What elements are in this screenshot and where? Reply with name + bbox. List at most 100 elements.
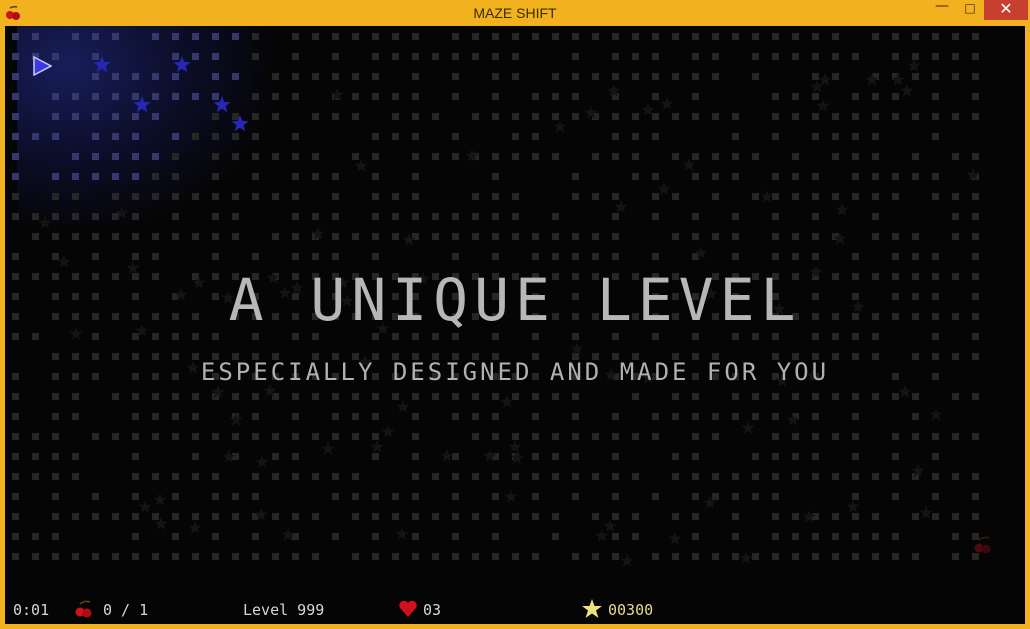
- maze-dot: [172, 213, 179, 220]
- maze-dot: [792, 113, 799, 120]
- maze-dot: [532, 433, 539, 440]
- maze-dot: [132, 153, 139, 160]
- maze-dot: [52, 513, 59, 520]
- maze-dot: [552, 513, 559, 520]
- maze-dot: [212, 473, 219, 480]
- maze-dot: [292, 53, 299, 60]
- maze-dot: [372, 193, 379, 200]
- maze-dot: [72, 473, 79, 480]
- maze-dot: [972, 53, 979, 60]
- maze-playfield: A UNIQUE LEVEL ESPECIALLY DESIGNED AND M…: [5, 26, 1025, 586]
- maze-dot: [572, 253, 579, 260]
- maze-dot: [452, 73, 459, 80]
- maze-dot: [172, 493, 179, 500]
- maze-dot: [652, 33, 659, 40]
- maze-dot: [52, 413, 59, 420]
- maze-dot: [572, 413, 579, 420]
- maze-dot: [232, 133, 239, 140]
- maze-dot: [332, 113, 339, 120]
- title-bar[interactable]: MAZE SHIFT — □ ✕: [0, 0, 1030, 26]
- maze-dot: [312, 333, 319, 340]
- maze-dot: [232, 433, 239, 440]
- level-banner-subtitle: ESPECIALLY DESIGNED AND MADE FOR YOU: [200, 358, 830, 386]
- maze-dot: [712, 33, 719, 40]
- maze-dot: [32, 553, 39, 560]
- maximize-button[interactable]: □: [956, 0, 984, 20]
- maze-dot: [12, 533, 19, 540]
- maze-dot: [92, 493, 99, 500]
- maze-dot: [192, 413, 199, 420]
- maze-dot: [412, 133, 419, 140]
- maze-dot: [332, 473, 339, 480]
- maze-dot: [532, 253, 539, 260]
- star-icon: [504, 490, 518, 503]
- maze-dot: [272, 473, 279, 480]
- maze-dot: [752, 193, 759, 200]
- maze-dot: [472, 213, 479, 220]
- star-icon: [816, 99, 830, 112]
- maze-dot: [32, 453, 39, 460]
- maze-dot: [512, 153, 519, 160]
- maze-dot: [312, 393, 319, 400]
- maze-dot: [972, 473, 979, 480]
- maze-dot: [452, 553, 459, 560]
- close-button[interactable]: ✕: [984, 0, 1028, 20]
- minimize-button[interactable]: —: [928, 0, 956, 20]
- maze-dot: [212, 433, 219, 440]
- maze-dot: [932, 333, 939, 340]
- star-icon: [370, 440, 384, 453]
- maze-dot: [312, 213, 319, 220]
- maze-dot: [932, 93, 939, 100]
- maze-dot: [972, 113, 979, 120]
- maze-dot: [72, 553, 79, 560]
- maze-dot: [732, 493, 739, 500]
- maze-dot: [792, 33, 799, 40]
- maze-dot: [492, 493, 499, 500]
- maze-dot: [372, 73, 379, 80]
- maze-dot: [392, 193, 399, 200]
- maze-dot: [952, 73, 959, 80]
- maze-dot: [612, 253, 619, 260]
- maze-dot: [172, 73, 179, 80]
- maze-dot: [272, 433, 279, 440]
- maze-dot: [52, 453, 59, 460]
- maze-dot: [552, 213, 559, 220]
- maze-dot: [952, 393, 959, 400]
- maze-dot: [492, 393, 499, 400]
- maze-dot: [192, 33, 199, 40]
- maze-dot: [112, 73, 119, 80]
- lives-counter: 03: [423, 601, 442, 619]
- maze-dot: [572, 393, 579, 400]
- maze-dot: [792, 433, 799, 440]
- maze-dot: [132, 133, 139, 140]
- maze-dot: [112, 113, 119, 120]
- maze-dot: [492, 553, 499, 560]
- maze-dot: [572, 453, 579, 460]
- maze-dot: [572, 333, 579, 340]
- maze-dot: [552, 153, 559, 160]
- maze-dot: [812, 413, 819, 420]
- maze-dot: [632, 513, 639, 520]
- maze-dot: [612, 53, 619, 60]
- maze-dot: [132, 473, 139, 480]
- maze-dot: [892, 453, 899, 460]
- maze-dot: [592, 193, 599, 200]
- maze-dot: [292, 333, 299, 340]
- maze-dot: [132, 553, 139, 560]
- maze-dot: [212, 253, 219, 260]
- maze-dot: [152, 553, 159, 560]
- maze-dot: [412, 553, 419, 560]
- star-icon: [354, 159, 368, 172]
- maze-dot: [452, 33, 459, 40]
- maze-dot: [252, 433, 259, 440]
- maze-dot: [952, 153, 959, 160]
- game-area[interactable]: A UNIQUE LEVEL ESPECIALLY DESIGNED AND M…: [5, 26, 1025, 624]
- maze-dot: [32, 33, 39, 40]
- maze-dot: [812, 473, 819, 480]
- maze-dot: [512, 393, 519, 400]
- maze-dot: [852, 173, 859, 180]
- maze-dot: [972, 393, 979, 400]
- maze-dot: [92, 213, 99, 220]
- maze-dot: [572, 73, 579, 80]
- maze-dot: [572, 233, 579, 240]
